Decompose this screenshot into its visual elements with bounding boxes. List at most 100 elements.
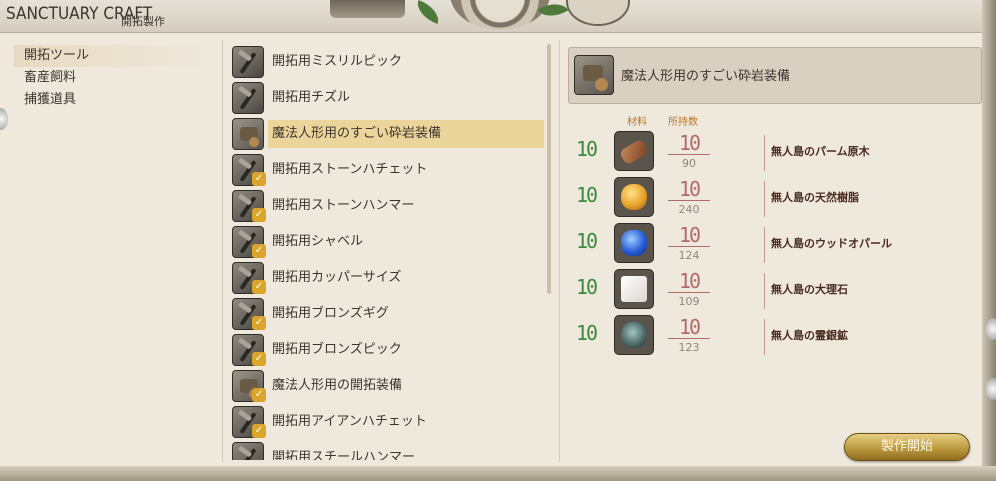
owned-quantity: 109 — [678, 295, 700, 308]
palm-log-icon — [614, 131, 654, 171]
recipe-row[interactable]: ✓ 開拓用ブロンズギグ — [232, 296, 544, 332]
recipe-row[interactable]: ✓ 開拓用ブロンズピック — [232, 332, 544, 368]
recipe-row[interactable]: 開拓用ミスリルピック — [232, 44, 544, 80]
check-icon: ✓ — [252, 244, 266, 258]
recipe-row[interactable]: ✓ 開拓用ストーンハチェット — [232, 152, 544, 188]
start-craft-button[interactable]: 製作開始 — [844, 433, 970, 461]
have-quantity: 10 — [678, 315, 701, 339]
material-divider — [764, 227, 765, 263]
recipe-row[interactable]: 開拓用チズル — [232, 80, 544, 116]
category-item-capture[interactable]: 捕獲道具 — [14, 89, 214, 111]
material-name: 無人島の霊銀鉱 — [771, 329, 848, 342]
right-gem-ornament — [986, 318, 996, 340]
material-name: 無人島のウッドオパール — [771, 237, 892, 250]
window-subtitle: 開拓製作 — [121, 15, 165, 28]
left-gem-ornament — [0, 108, 8, 130]
owned-header: 所持数 — [668, 117, 698, 128]
category-label: 畜産飼料 — [24, 70, 77, 85]
selected-item-name: 魔法人形用のすごい砕岩装備 — [621, 69, 791, 84]
recipe-label: 開拓用チズル — [272, 90, 351, 105]
have-quantity: 10 — [678, 223, 701, 247]
chisel-icon — [232, 82, 264, 114]
required-quantity: 10 — [576, 275, 598, 299]
material-divider — [764, 319, 765, 355]
quantity-divider — [668, 292, 710, 293]
have-quantity: 10 — [678, 269, 701, 293]
marble-icon — [614, 269, 654, 309]
materials-header: 材料 — [627, 117, 647, 128]
have-quantity: 10 — [678, 177, 701, 201]
category-list: 開拓ツール 畜産飼料 捕獲道具 — [14, 45, 214, 111]
window-frame-bottom — [0, 466, 996, 481]
window-frame-right — [982, 0, 996, 481]
recipe-list: 開拓用ミスリルピック 開拓用チズル 魔法人形用のすごい砕岩装備 ✓ 開拓用ストー… — [232, 44, 546, 460]
category-label: 開拓ツール — [24, 48, 90, 63]
owned-quantity: 90 — [682, 157, 696, 170]
column-divider — [222, 40, 223, 462]
material-name: 無人島のパーム原木 — [771, 145, 870, 158]
recipe-row[interactable]: ✓ 開拓用アイアンハチェット — [232, 404, 544, 440]
sanctuary-craft-window: SANCTUARY CRAFT 開拓製作 開拓ツール 畜産飼料 捕獲道具 開拓用… — [0, 0, 996, 481]
recipe-row[interactable]: ✓ 開拓用カッパーサイズ — [232, 260, 544, 296]
recipe-row[interactable]: ✓ 開拓用ストーンハンマー — [232, 188, 544, 224]
selected-item-panel: 魔法人形用のすごい砕岩装備 — [568, 47, 982, 104]
category-label: 捕獲道具 — [24, 92, 77, 107]
recipe-label: 開拓用ストーンハンマー — [272, 198, 415, 213]
required-quantity: 10 — [576, 183, 598, 207]
material-row[interactable]: 10 10 123 無人島の霊銀鉱 — [570, 313, 970, 359]
recipe-label: 開拓用ミスリルピック — [272, 54, 403, 69]
owned-quantity: 124 — [678, 249, 700, 262]
quantity-divider — [668, 246, 710, 247]
have-quantity: 10 — [678, 131, 701, 155]
required-quantity: 10 — [576, 137, 598, 161]
opal-icon — [614, 223, 654, 263]
category-item-tools[interactable]: 開拓ツール — [14, 45, 214, 67]
material-row[interactable]: 10 10 240 無人島の天然樹脂 — [570, 175, 970, 221]
check-icon: ✓ — [252, 316, 266, 330]
check-icon: ✓ — [252, 172, 266, 186]
material-row[interactable]: 10 10 109 無人島の大理石 — [570, 267, 970, 313]
recipe-label: 開拓用カッパーサイズ — [272, 270, 402, 285]
material-row[interactable]: 10 10 124 無人島のウッドオパール — [570, 221, 970, 267]
check-icon: ✓ — [252, 352, 266, 366]
quantity-divider — [668, 154, 710, 155]
ore-icon — [614, 315, 654, 355]
recipe-label: 開拓用ブロンズギグ — [272, 306, 389, 321]
material-name: 無人島の大理石 — [771, 283, 848, 296]
recipe-label: 開拓用ストーンハチェット — [272, 162, 428, 177]
quantity-divider — [668, 338, 710, 339]
material-name: 無人島の天然樹脂 — [771, 191, 859, 204]
recipe-label: 開拓用スチールハンマー — [272, 450, 416, 460]
recipe-label: 開拓用シャベル — [272, 234, 364, 249]
material-divider — [764, 181, 765, 217]
column-divider — [559, 40, 560, 462]
hammer-icon — [232, 442, 264, 460]
right-gem-ornament-lower — [986, 378, 996, 400]
recipe-row[interactable]: ✓ 開拓用シャベル — [232, 224, 544, 260]
required-quantity: 10 — [576, 229, 598, 253]
quantity-divider — [668, 200, 710, 201]
recipe-list-scrollbar[interactable] — [547, 44, 551, 294]
recipe-label: 魔法人形用のすごい砕岩装備 — [268, 120, 544, 148]
pickaxe-icon — [232, 46, 264, 78]
recipe-row[interactable]: 開拓用スチールハンマー — [232, 440, 544, 460]
recipe-row[interactable]: ✓ 魔法人形用の開拓装備 — [232, 368, 544, 404]
material-divider — [764, 135, 765, 171]
check-icon: ✓ — [252, 388, 266, 402]
recipe-label: 魔法人形用の開拓装備 — [272, 378, 403, 393]
golem-gear-icon — [232, 118, 264, 150]
check-icon: ✓ — [252, 424, 266, 438]
top-ornament-left — [330, 0, 405, 18]
golem-gear-icon — [574, 55, 614, 95]
owned-quantity: 240 — [678, 203, 700, 216]
recipe-label: 開拓用ブロンズピック — [272, 342, 402, 357]
check-icon: ✓ — [252, 280, 266, 294]
material-row[interactable]: 10 10 90 無人島のパーム原木 — [570, 129, 970, 175]
recipe-row-selected[interactable]: 魔法人形用のすごい砕岩装備 — [232, 116, 544, 152]
check-icon: ✓ — [252, 208, 266, 222]
required-quantity: 10 — [576, 321, 598, 345]
category-item-feed[interactable]: 畜産飼料 — [14, 67, 214, 89]
recipe-label: 開拓用アイアンハチェット — [272, 414, 427, 429]
owned-quantity: 123 — [678, 341, 700, 354]
material-divider — [764, 273, 765, 309]
